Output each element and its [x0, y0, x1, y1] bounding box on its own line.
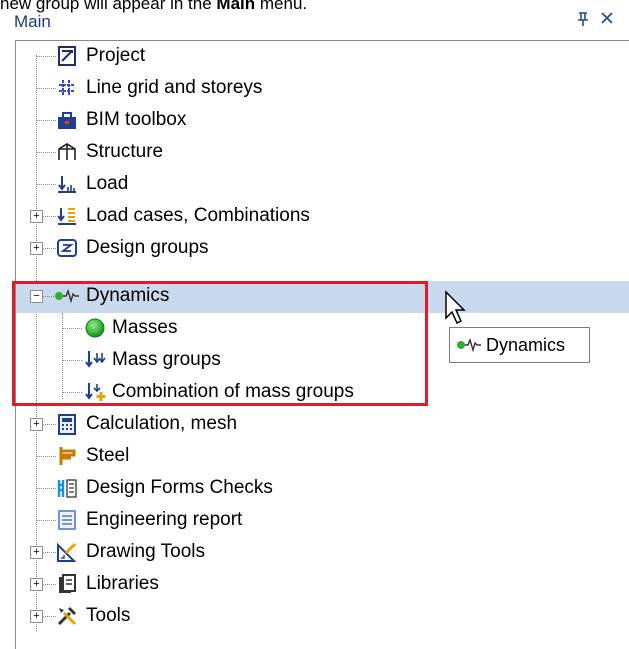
tree-item-tools[interactable]: + Tools: [16, 601, 629, 633]
tree-item-engineering-report[interactable]: Engineering report: [16, 505, 629, 537]
expand-icon[interactable]: +: [30, 578, 43, 591]
tree-item-label: Load cases, Combinations: [86, 205, 310, 226]
tree-item-label: Design Forms Checks: [86, 477, 273, 498]
tree-item-design-groups[interactable]: + Design groups: [16, 233, 629, 265]
bim-toolbox-icon: [56, 109, 80, 133]
tree-item-design-forms-checks[interactable]: Design Forms Checks: [16, 473, 629, 505]
load-cases-icon: [56, 205, 80, 229]
tree-item-steel[interactable]: Steel: [16, 441, 629, 473]
tree-item-label: Libraries: [86, 573, 159, 594]
tree-item-label: Drawing Tools: [86, 541, 205, 562]
design-forms-icon: [56, 477, 80, 501]
tree-item-calculation-mesh[interactable]: + Calculation, mesh: [16, 409, 629, 441]
tree-item-label: Line grid and storeys: [86, 77, 263, 98]
tooltip: Dynamics: [449, 327, 590, 363]
tree-item-label: Project: [86, 45, 146, 66]
tree-item-load[interactable]: Load: [16, 169, 629, 201]
tooltip-label: Dynamics: [486, 335, 566, 355]
tree-item-label: Load: [86, 173, 129, 194]
expand-icon[interactable]: +: [30, 610, 43, 623]
project-icon: [56, 45, 80, 69]
tools-icon: [56, 605, 80, 629]
highlight-box: [12, 281, 428, 406]
tree-item-load-cases[interactable]: + Load cases, Combinations: [16, 201, 629, 233]
mouse-pointer-icon: [444, 290, 470, 326]
tree-item-label: Steel: [86, 445, 130, 466]
drawing-tools-icon: [56, 541, 80, 565]
tree-item-libraries[interactable]: + Libraries: [16, 569, 629, 601]
steel-icon: [56, 445, 80, 469]
structure-icon: [56, 141, 80, 165]
tree-item-bim-toolbox[interactable]: BIM toolbox: [16, 105, 629, 137]
expand-icon[interactable]: +: [30, 210, 43, 223]
tree-item-drawing-tools[interactable]: + Drawing Tools: [16, 537, 629, 569]
libraries-icon: [56, 573, 80, 597]
tree-item-label: BIM toolbox: [86, 109, 187, 130]
tree-item-structure[interactable]: Structure: [16, 137, 629, 169]
tree-item-label: Tools: [86, 605, 131, 626]
tree-item-line-grid[interactable]: Line grid and storeys: [16, 73, 629, 105]
pin-icon[interactable]: [576, 11, 590, 32]
tree-item-label: Design groups: [86, 237, 209, 258]
tree-item-label: Structure: [86, 141, 164, 162]
calculation-icon: [56, 413, 80, 437]
panel-title: Main: [14, 12, 51, 31]
close-icon[interactable]: [599, 9, 615, 32]
expand-icon[interactable]: +: [30, 546, 43, 559]
expand-icon[interactable]: +: [30, 418, 43, 431]
panel-titlebar: Main: [0, 10, 629, 36]
line-grid-icon: [56, 77, 80, 101]
tree-item-project[interactable]: Project: [16, 41, 629, 73]
expand-icon[interactable]: +: [30, 242, 43, 255]
tree-item-label: Engineering report: [86, 509, 243, 530]
design-groups-icon: [56, 237, 80, 261]
load-icon: [56, 173, 80, 197]
engineering-report-icon: [56, 509, 80, 533]
dynamics-icon: [456, 334, 481, 358]
tree-item-label: Calculation, mesh: [86, 413, 238, 434]
